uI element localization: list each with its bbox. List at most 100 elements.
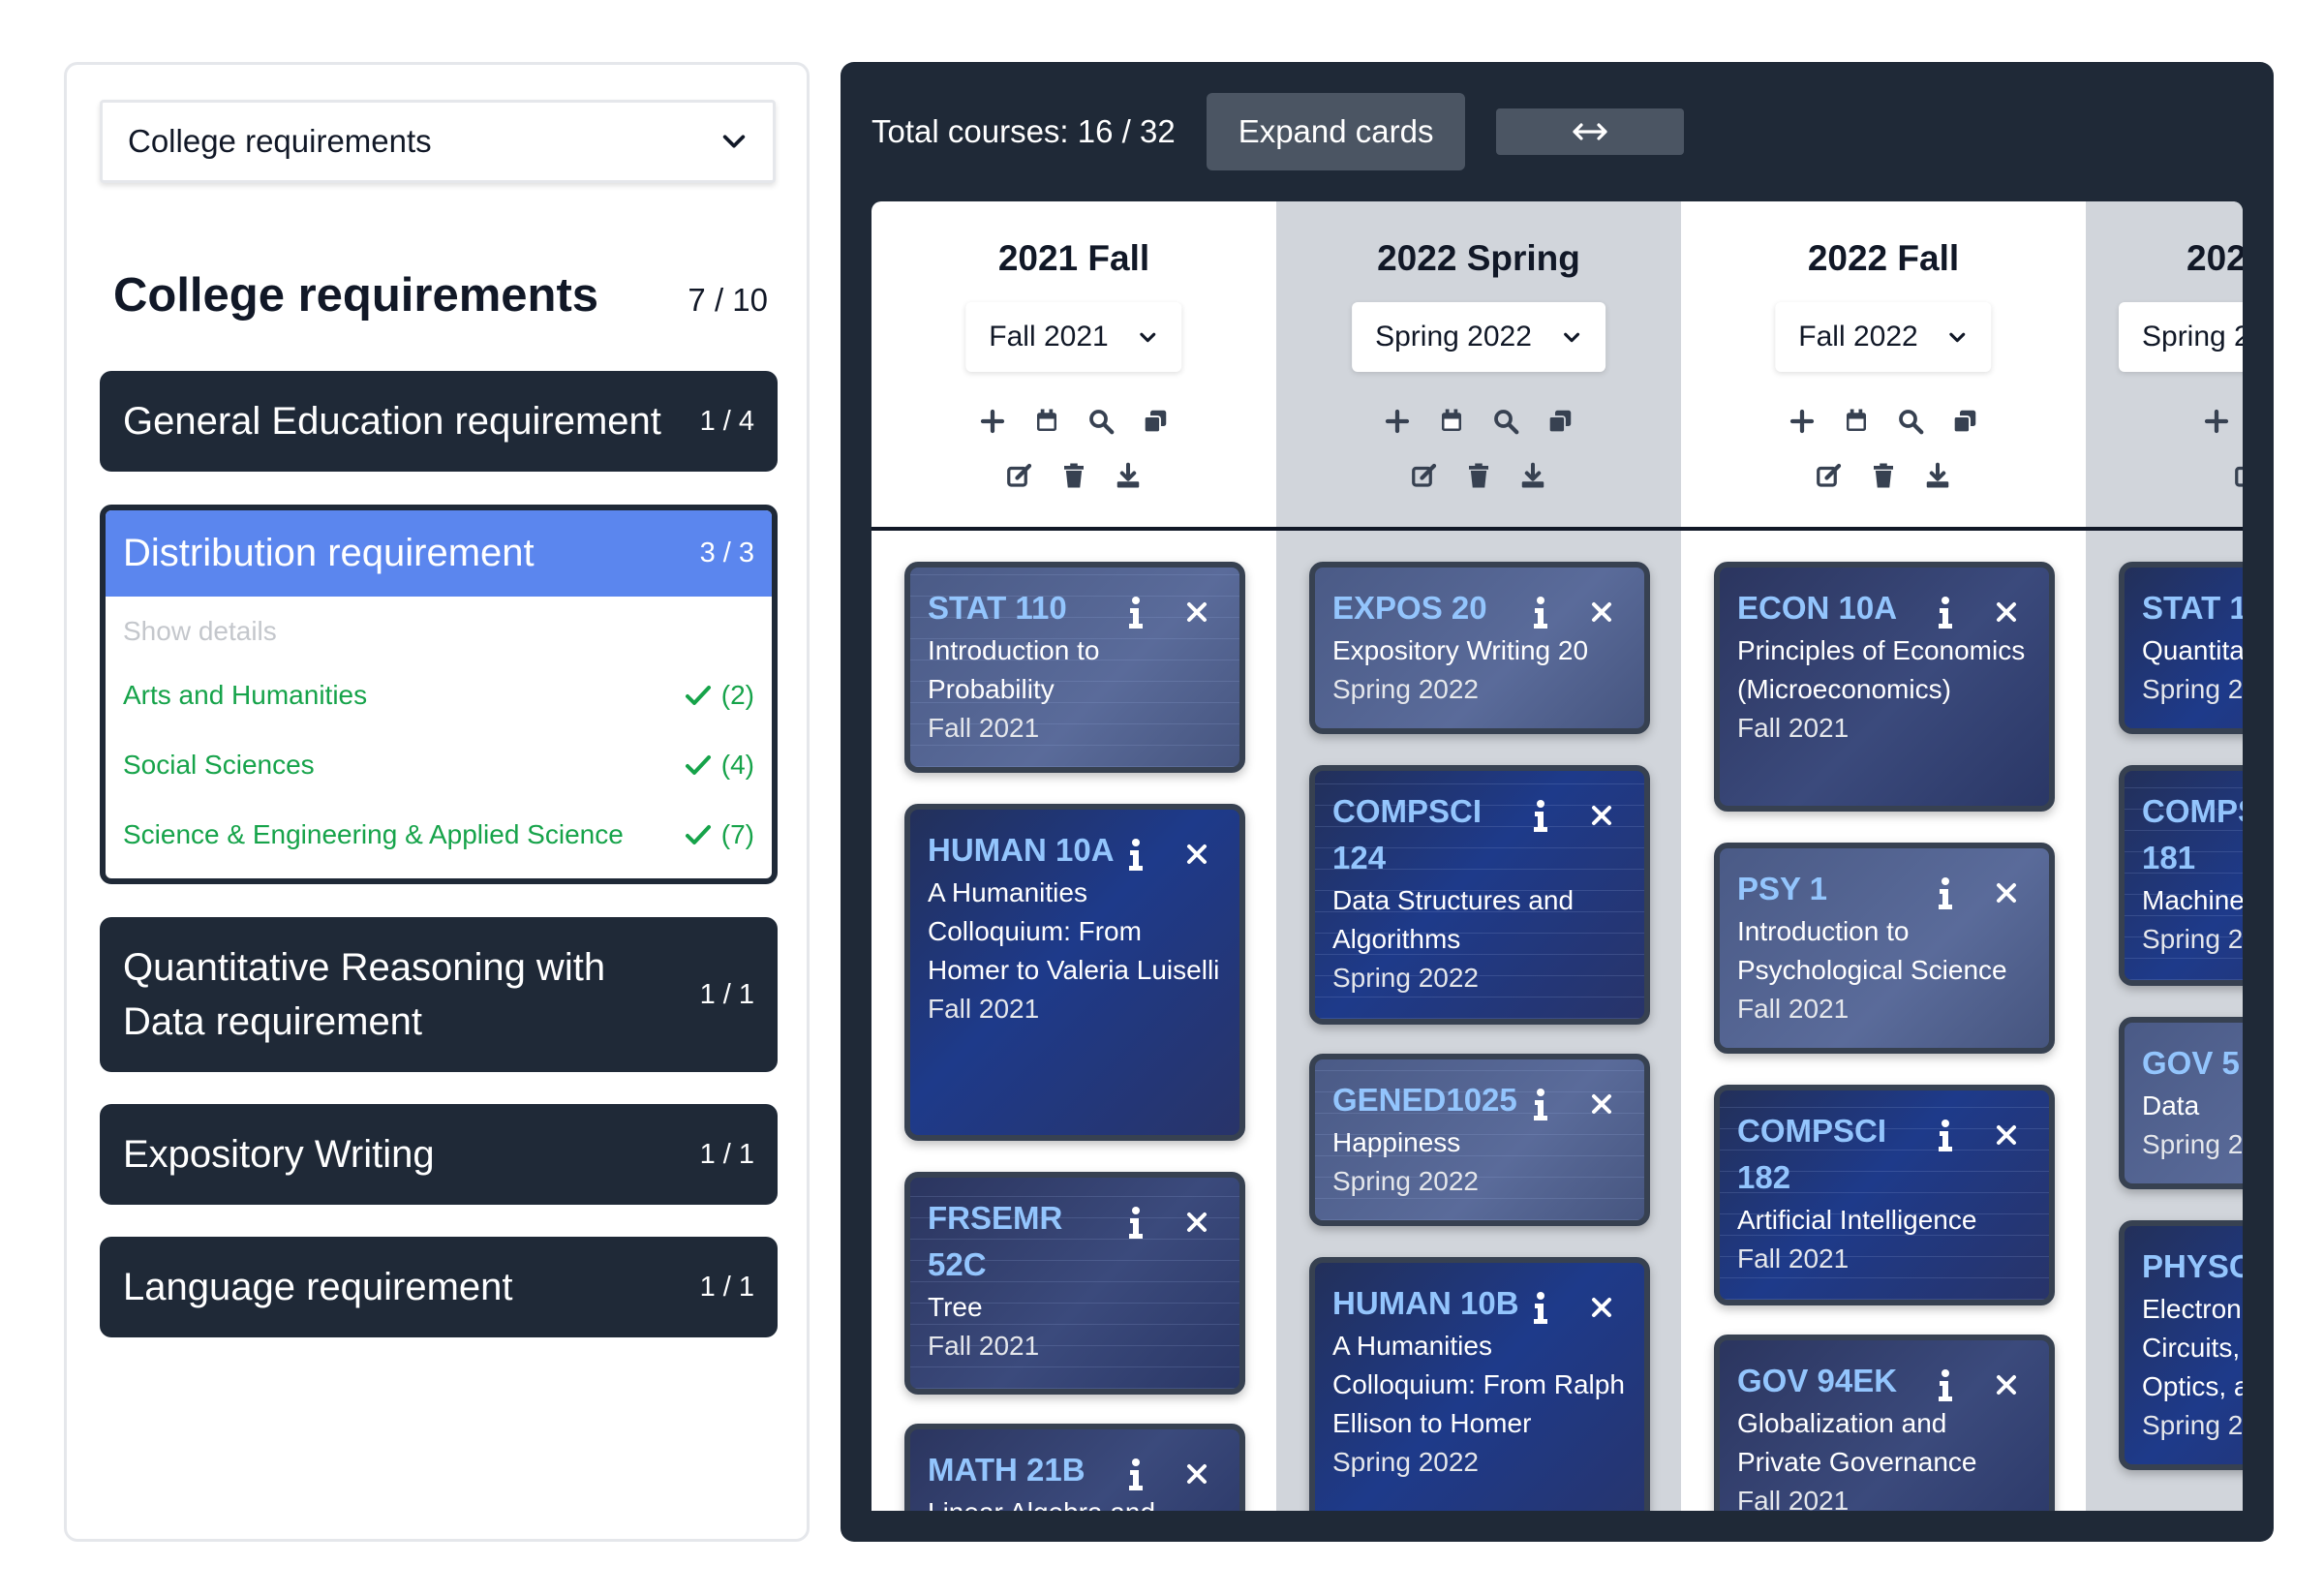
info-icon[interactable]	[1530, 800, 1551, 833]
requirement-distribution-header[interactable]: Distribution requirement 3 / 3	[106, 510, 772, 597]
info-icon[interactable]	[1125, 597, 1147, 629]
requirement-count: 3 / 3	[699, 537, 754, 568]
edit-icon[interactable]	[1815, 461, 1844, 490]
edit-icon[interactable]	[2233, 461, 2243, 490]
requirement-quantitative-reasoning[interactable]: Quantitative Reasoning with Data require…	[100, 917, 778, 1072]
course-card[interactable]: GENED1025 Happiness Spring 2022	[1309, 1054, 1650, 1226]
semester-select-value: Fall 2022	[1798, 321, 1918, 353]
trash-icon[interactable]	[1059, 461, 1088, 490]
plus-icon[interactable]	[2202, 407, 2231, 436]
info-icon[interactable]	[1935, 1369, 1956, 1402]
edit-icon[interactable]	[1410, 461, 1439, 490]
close-icon[interactable]	[1995, 600, 2018, 624]
course-code: COMPSCI 182	[1737, 1113, 1887, 1195]
course-code: ECON 10A	[1737, 590, 1898, 626]
download-icon[interactable]	[1923, 461, 1952, 490]
semester-select[interactable]: Fall 2022	[1775, 302, 1992, 372]
course-card[interactable]: STAT 1 Quantita Spring 2	[2119, 562, 2243, 734]
info-icon[interactable]	[1530, 1089, 1551, 1121]
semester-select-value: Fall 2021	[989, 321, 1109, 353]
copy-icon[interactable]	[1950, 407, 1979, 436]
semester-actions-row-2	[1276, 461, 1681, 490]
download-icon[interactable]	[1518, 461, 1547, 490]
semester-select[interactable]: Spring 2	[2119, 302, 2243, 372]
requirement-language[interactable]: Language requirement 1 / 1	[100, 1237, 778, 1337]
semester-board: 2021 Fall Fall 2021 STAT 110 Introductio…	[872, 201, 2243, 1511]
check-icon	[685, 755, 711, 775]
close-icon[interactable]	[1185, 600, 1208, 624]
semester-select[interactable]: Spring 2022	[1352, 302, 1605, 372]
info-icon[interactable]	[1530, 597, 1551, 629]
course-name: Linear Algebra and	[928, 1493, 1222, 1511]
course-card[interactable]: ECON 10A Principles of Economics (Microe…	[1714, 562, 2055, 812]
course-card[interactable]: HUMAN 10B A Humanities Colloquium: From …	[1309, 1257, 1650, 1511]
close-icon[interactable]	[1185, 1211, 1208, 1234]
info-icon[interactable]	[1935, 1120, 1956, 1152]
search-icon[interactable]	[1491, 407, 1520, 436]
course-card[interactable]: EXPOS 20 Expository Writing 20 Spring 20…	[1309, 562, 1650, 734]
close-icon[interactable]	[1995, 1123, 2018, 1147]
expand-cards-button[interactable]: Expand cards	[1206, 93, 1466, 170]
close-icon[interactable]	[1995, 881, 2018, 905]
course-card[interactable]: STAT 110 Introduction to Probability Fal…	[904, 562, 1245, 773]
semester-column: 2021 Fall Fall 2021 STAT 110 Introductio…	[872, 201, 1276, 1511]
requirement-name: General Education requirement	[123, 400, 661, 443]
close-icon[interactable]	[1590, 1296, 1613, 1319]
close-icon[interactable]	[1995, 1373, 2018, 1396]
distribution-item-arts[interactable]: Arts and Humanities (2)	[106, 660, 772, 730]
calendar-icon[interactable]	[1437, 407, 1466, 436]
semester-select[interactable]: Fall 2021	[965, 302, 1182, 372]
course-card[interactable]: PSY 1 Introduction to Psychological Scie…	[1714, 843, 2055, 1054]
info-icon[interactable]	[1935, 877, 1956, 910]
distribution-item-label: Social Sciences	[123, 750, 315, 780]
info-icon[interactable]	[1125, 1458, 1147, 1491]
course-card[interactable]: GOV 5 Data Spring 2	[2119, 1017, 2243, 1189]
close-icon[interactable]	[1590, 600, 1613, 624]
close-icon[interactable]	[1590, 1092, 1613, 1116]
show-details-link[interactable]: Show details	[106, 597, 772, 660]
chevron-down-icon	[1140, 332, 1156, 343]
course-code: HUMAN 10B	[1332, 1285, 1519, 1321]
resize-columns-button[interactable]	[1496, 108, 1685, 155]
plus-icon[interactable]	[978, 407, 1007, 436]
trash-icon[interactable]	[1869, 461, 1898, 490]
course-card[interactable]: COMPS 181 Machine Spring 2	[2119, 765, 2243, 986]
course-card[interactable]: GOV 94EK Globalization and Private Gover…	[1714, 1335, 2055, 1511]
requirement-general-education[interactable]: General Education requirement 1 / 4	[100, 371, 778, 472]
semester-actions-row-2	[1681, 461, 2086, 490]
total-courses: Total courses: 16 / 32	[872, 113, 1176, 149]
plus-icon[interactable]	[1383, 407, 1412, 436]
search-icon[interactable]	[1896, 407, 1925, 436]
trash-icon[interactable]	[1464, 461, 1493, 490]
requirements-select[interactable]: College requirements	[100, 100, 776, 183]
course-card[interactable]: MATH 21B Linear Algebra and	[904, 1424, 1245, 1511]
download-icon[interactable]	[1114, 461, 1143, 490]
course-card[interactable]: COMPSCI 124 Data Structures and Algorith…	[1309, 765, 1650, 1025]
edit-icon[interactable]	[1005, 461, 1034, 490]
copy-icon[interactable]	[1141, 407, 1170, 436]
requirement-count: 1 / 1	[699, 1138, 754, 1170]
info-icon[interactable]	[1125, 1207, 1147, 1240]
course-name: Introduction to Psychological Science	[1737, 916, 2007, 985]
course-code: PSY 1	[1737, 871, 1827, 906]
plus-icon[interactable]	[1788, 407, 1817, 436]
course-card[interactable]: PHYSC Electron Circuits, Optics, a Sprin…	[2119, 1220, 2243, 1470]
requirement-name: Language requirement	[123, 1266, 513, 1308]
calendar-icon[interactable]	[1842, 407, 1871, 436]
info-icon[interactable]	[1125, 839, 1147, 872]
info-icon[interactable]	[1935, 597, 1956, 629]
distribution-item-social-sciences[interactable]: Social Sciences (4)	[106, 730, 772, 800]
calendar-icon[interactable]	[1032, 407, 1061, 436]
course-card[interactable]: FRSEMR 52C Tree Fall 2021	[904, 1172, 1245, 1395]
close-icon[interactable]	[1185, 1462, 1208, 1486]
close-icon[interactable]	[1185, 843, 1208, 866]
course-card[interactable]: COMPSCI 182 Artificial Intelligence Fall…	[1714, 1085, 2055, 1305]
copy-icon[interactable]	[1545, 407, 1575, 436]
distribution-item-science-engineering[interactable]: Science & Engineering & Applied Science …	[106, 800, 772, 870]
course-card[interactable]: HUMAN 10A A Humanities Colloquium: From …	[904, 804, 1245, 1141]
close-icon[interactable]	[1590, 804, 1613, 827]
info-icon[interactable]	[1530, 1292, 1551, 1325]
search-icon[interactable]	[1086, 407, 1116, 436]
requirement-expository-writing[interactable]: Expository Writing 1 / 1	[100, 1104, 778, 1205]
course-name: Globalization and Private Governance	[1737, 1408, 1977, 1477]
